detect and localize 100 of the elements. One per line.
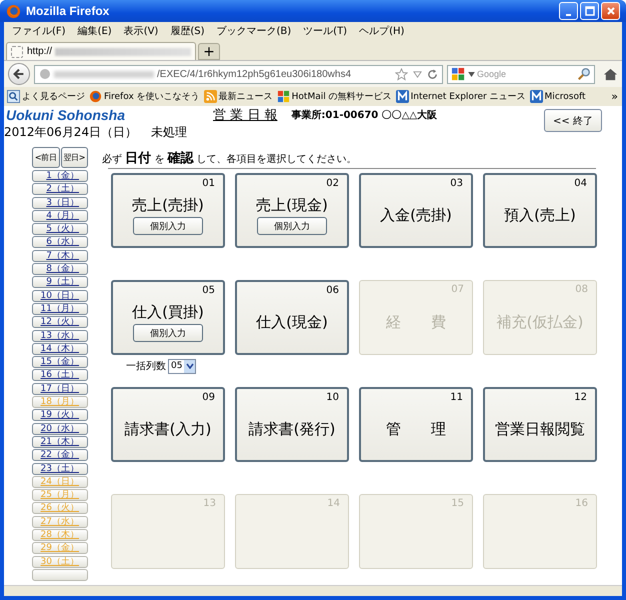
menu-tile[interactable]: 09 請求書(入力) [111,387,225,462]
day-button[interactable]: 2（土） [32,183,88,196]
tile-number: 15 [451,498,464,509]
bookmark-item[interactable]: よく見るページ [7,90,85,103]
menu-tile[interactable]: 02 売上(現金) 個別入力 [235,173,349,248]
bookmark-item[interactable]: HotMail の無料サービス [276,90,392,103]
day-button[interactable]: 20（水） [32,422,88,435]
tile-label: 管 理 [386,420,446,439]
next-day-button[interactable]: 翌日> [60,147,88,168]
tile-number: 14 [327,498,340,509]
batch-count-label: 一括列数 [126,360,166,373]
day-button[interactable]: 21（木） [32,436,88,448]
tile-number: 05 [202,285,215,296]
maximize-button[interactable] [580,2,599,20]
individual-input-button[interactable]: 個別入力 [257,217,327,235]
firefox-icon [89,90,102,103]
day-button[interactable]: 3（日） [32,196,88,209]
day-button[interactable]: 16（土） [32,369,88,382]
day-button[interactable]: 4（月） [32,210,88,222]
tile-number: 06 [326,285,339,296]
address-field[interactable]: /EXEC/4/1r6hkym12ph5g61eu306i180whs4 [34,64,443,84]
reload-icon[interactable] [427,68,438,80]
menu-item[interactable]: 表示(V) [118,24,164,38]
individual-input-button[interactable]: 個別入力 [133,217,203,235]
menu-item[interactable]: ヘルプ(H) [353,24,410,38]
tile-number: 02 [326,178,339,189]
tile-number: 01 [202,178,215,189]
day-button[interactable]: 23（土） [32,462,88,475]
day-button[interactable]: 15（金） [32,356,88,368]
menu-item[interactable]: 編集(E) [72,24,118,38]
day-button[interactable]: 6（水） [32,236,88,248]
search-icon[interactable] [577,67,591,81]
menu-item[interactable]: ツール(T) [297,24,354,38]
bookmark-item[interactable]: Microsoft [530,90,586,103]
close-button[interactable] [601,2,620,20]
day-button[interactable]: 10（日） [32,290,88,302]
menu-tile[interactable]: 10 請求書(発行) [235,387,349,462]
day-button[interactable]: 19（火） [32,409,88,422]
more-bookmarks-button[interactable]: » [611,90,622,103]
day-button[interactable]: 7（木） [32,250,88,262]
bookmark-item[interactable]: Internet Explorer ニュース [396,90,526,103]
menu-tile[interactable]: 12 営業日報閲覧 [483,387,597,462]
day-button[interactable]: 12（火） [32,316,88,328]
day-button[interactable]: 22（金） [32,449,88,462]
batch-count-select[interactable]: 05 [168,358,196,374]
back-arrow-icon [12,67,26,81]
day-button[interactable]: 9（土） [32,276,88,288]
day-button[interactable]: 13（水） [32,330,88,342]
magnifier-icon [7,90,20,103]
menu-tile[interactable]: 06 仕入(現金) [235,280,349,355]
menu-tile[interactable]: 05 仕入(買掛) 個別入力 [111,280,225,355]
individual-input-button[interactable]: 個別入力 [133,324,203,342]
menu-item[interactable]: ファイル(F) [6,24,72,38]
bookmark-star-icon[interactable] [395,68,408,80]
day-button[interactable]: 5（火） [32,223,88,236]
rss-icon [204,90,217,103]
minimize-button[interactable] [559,2,578,20]
bookmark-item[interactable]: Firefox を使いこなそう [89,90,200,103]
day-button[interactable]: 11（月） [32,302,88,315]
window-title: Mozilla Firefox [26,4,110,18]
menu-tile[interactable]: 03 入金(売掛) [359,173,473,248]
tile-label: 営業日報閲覧 [495,420,585,439]
day-button[interactable]: 17（日） [32,382,88,395]
tile-label: 預入(売上) [504,206,576,225]
tile-number: 09 [202,392,215,403]
search-bar[interactable]: Google [447,64,595,84]
back-button[interactable] [8,63,30,85]
tile-label: 売上(現金) [256,196,328,215]
tile-label: 補充(仮払金) [496,313,584,332]
exit-button[interactable]: << 終了 [544,109,602,132]
firefox-icon [6,4,21,18]
home-icon[interactable] [603,66,618,82]
tile-label: 経 費 [386,313,446,332]
date-label: 2012年06月24日（日） [4,124,138,141]
maximize-icon [584,6,594,16]
search-engine-icon[interactable] [451,66,466,82]
tile-label: 請求書(入力) [124,420,212,439]
tile-label: 売上(売掛) [132,196,204,215]
menu-item[interactable]: ブックマーク(B) [210,24,298,38]
tile-number: 04 [574,178,587,189]
previous-day-button[interactable]: <前日 [32,147,60,168]
day-button[interactable]: 8（金） [32,263,88,276]
menu-tile[interactable]: 01 売上(売掛) 個別入力 [111,173,225,248]
tile-number: 13 [203,498,216,509]
menu-tile[interactable]: 04 預入(売上) [483,173,597,248]
close-icon [606,6,616,16]
minimize-icon [566,14,571,16]
menu-item[interactable]: 履歴(S) [164,24,210,38]
day-button[interactable]: 1（金） [32,170,88,182]
day-button[interactable]: 14（木） [32,342,88,355]
tile-label: 仕入(現金) [256,313,328,332]
browser-tab[interactable]: http:// [6,42,196,60]
tile-number: 11 [450,392,463,403]
menu-tile[interactable]: 11 管 理 [359,387,473,462]
tile-number: 08 [575,284,588,295]
new-tab-button[interactable]: + [198,43,220,60]
tile-label: 入金(売掛) [380,206,452,225]
dropdown-icon[interactable] [468,72,475,76]
bookmark-item[interactable]: 最新ニュース [204,90,273,103]
tile-number: 03 [450,178,463,189]
